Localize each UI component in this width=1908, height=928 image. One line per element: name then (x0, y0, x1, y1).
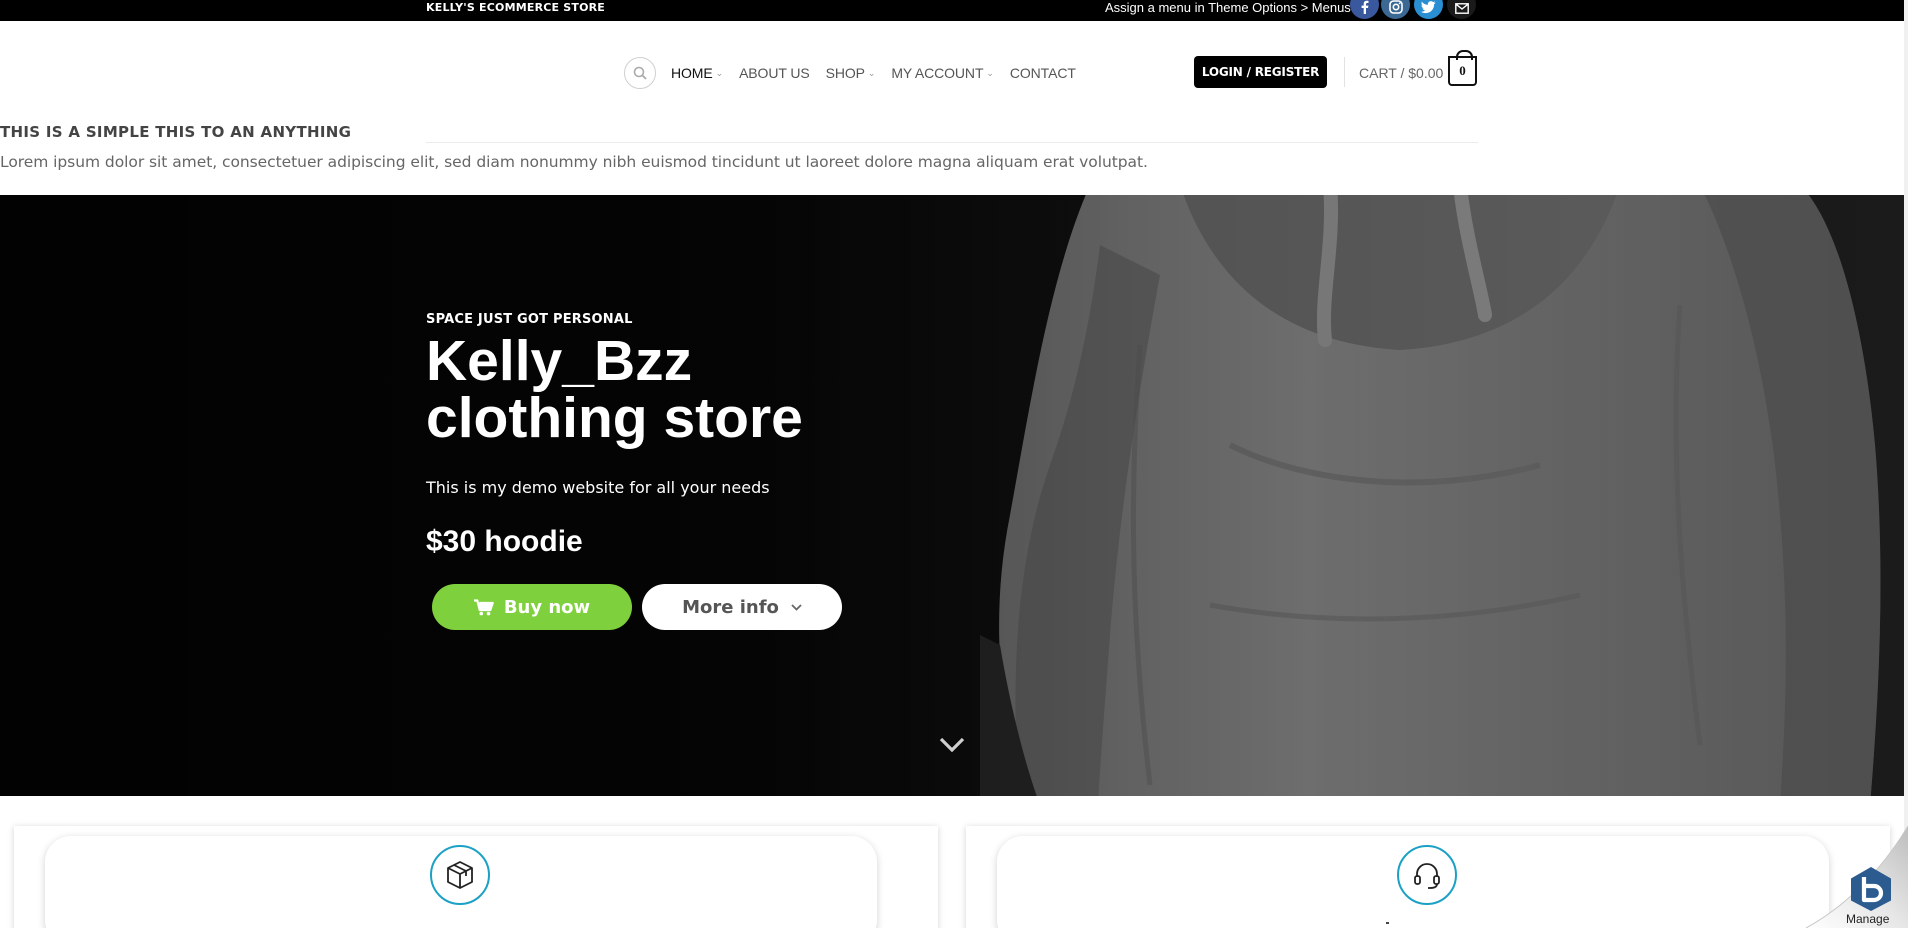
page-right-edge (1904, 0, 1908, 928)
notice-title: THIS IS A SIMPLE THIS TO AN ANYTHING (0, 123, 352, 141)
instagram-icon[interactable] (1381, 0, 1410, 19)
top-bar: KELLY'S ECOMMERCE STORE Assign a menu in… (0, 0, 1908, 21)
chevron-down-icon: ⌄ (867, 68, 876, 78)
card-text-fragment (1386, 922, 1389, 924)
buy-now-label: Buy now (503, 596, 591, 618)
nav-item-about-us[interactable]: ABOUT US (739, 63, 810, 83)
hero-title-line-1: Kelly_Bzz (426, 329, 693, 393)
store-name[interactable]: KELLY'S ECOMMERCE STORE (426, 1, 605, 15)
cart-link[interactable]: CART / $0.00 (1359, 63, 1443, 83)
site-header: HOME ⌄ ABOUT US SHOP ⌄ MY ACCOUNT ⌄ CONTACT… (0, 21, 1908, 143)
cart-icon (473, 598, 494, 615)
manage-label[interactable]: Manage (1846, 912, 1889, 926)
facebook-icon[interactable] (1350, 0, 1379, 19)
feature-icon-circle-right (1397, 845, 1457, 905)
buy-now-button[interactable]: Buy now (432, 584, 632, 630)
feature-icon-circle-left (430, 845, 490, 905)
hero-subtitle: This is my demo website for all your nee… (426, 478, 770, 497)
header-divider (1344, 57, 1345, 87)
top-menu-hint[interactable]: Assign a menu in Theme Options > Menus (1105, 0, 1351, 16)
nav-item-label: SHOP (825, 65, 865, 81)
header-bottom-line (426, 142, 1478, 143)
cart-count-icon[interactable]: 0 (1448, 50, 1477, 86)
hero-price: $30 hoodie (426, 525, 583, 558)
hero-title-line-2: clothing store (426, 386, 803, 450)
hero-banner: SPACE JUST GOT PERSONAL Kelly_Bzz clothi… (0, 195, 1908, 796)
notice-text: Lorem ipsum dolor sit amet, consectetuer… (0, 153, 1148, 171)
nav-item-contact[interactable]: CONTACT (1010, 63, 1076, 83)
hero-title: Kelly_Bzz clothing store (426, 333, 926, 447)
nav-item-label: ABOUT US (739, 65, 810, 81)
hero-overlay (0, 195, 1908, 796)
nav-item-home[interactable]: HOME ⌄ (671, 63, 723, 83)
headset-icon (1414, 863, 1440, 889)
nav-item-label: MY ACCOUNT (891, 65, 984, 81)
chevron-down-icon (791, 603, 802, 611)
search-icon (633, 66, 647, 80)
nav-item-label: HOME (671, 65, 713, 81)
nav-item-my-account[interactable]: MY ACCOUNT ⌄ (891, 63, 994, 83)
chevron-down-icon: ⌄ (715, 68, 724, 78)
login-register-button[interactable]: LOGIN / REGISTER (1194, 56, 1327, 88)
twitter-icon[interactable] (1414, 0, 1443, 19)
main-nav: HOME ⌄ ABOUT US SHOP ⌄ MY ACCOUNT ⌄ CONTACT (671, 63, 1092, 83)
nav-item-shop[interactable]: SHOP ⌄ (826, 63, 876, 83)
box-icon (447, 861, 473, 889)
hero-kicker: SPACE JUST GOT PERSONAL (426, 312, 633, 327)
search-button[interactable] (624, 57, 656, 89)
chevron-down-icon: ⌄ (986, 68, 994, 78)
manage-widget-icon[interactable] (1849, 866, 1893, 912)
scroll-down-icon[interactable] (938, 735, 966, 755)
email-icon[interactable] (1447, 0, 1476, 19)
more-info-label: More info (682, 596, 779, 618)
more-info-button[interactable]: More info (642, 584, 842, 630)
nav-item-label: CONTACT (1009, 65, 1076, 81)
